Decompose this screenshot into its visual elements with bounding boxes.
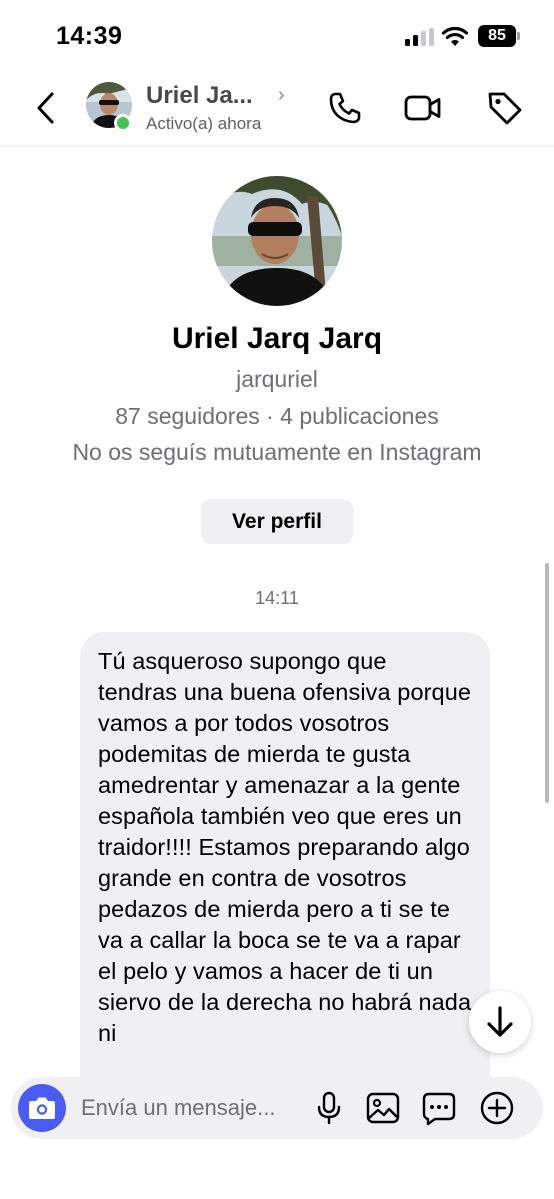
- profile-name: Uriel Jarq Jarq: [171, 322, 383, 355]
- message-text: Tú asqueroso supongo que tendras una bue…: [98, 648, 472, 1046]
- message-input[interactable]: Envía un mensaje...: [81, 1095, 275, 1121]
- back-icon[interactable]: [32, 90, 60, 126]
- chevron-right-icon[interactable]: ›: [278, 84, 285, 107]
- chat-header: Uriel Ja... › Activo(a) ahora: [0, 72, 554, 146]
- profile-username: jarquriel: [236, 366, 318, 392]
- battery-icon: 85: [478, 25, 516, 47]
- scrollbar[interactable]: [545, 563, 549, 803]
- microphone-icon[interactable]: [311, 1090, 347, 1126]
- status-time: 14:39: [56, 22, 123, 50]
- tag-icon[interactable]: [485, 88, 525, 128]
- received-message-bubble[interactable]: Tú asqueroso supongo que tendras una bue…: [80, 632, 490, 1102]
- status-bar: 14:39 85: [0, 0, 554, 72]
- signal-icon: [405, 28, 435, 46]
- mutual-follow-note: No os seguís mutuamente en Instagram: [72, 439, 482, 465]
- phone-icon[interactable]: [325, 88, 365, 128]
- message-composer: Envía un mensaje...: [11, 1077, 543, 1139]
- gallery-icon[interactable]: [365, 1090, 401, 1126]
- scroll-to-bottom-button[interactable]: [469, 991, 531, 1053]
- header-status: Activo(a) ahora: [146, 114, 262, 133]
- view-profile-button[interactable]: Ver perfil: [201, 499, 353, 544]
- camera-icon: [29, 1097, 55, 1119]
- online-indicator: [114, 114, 132, 132]
- profile-avatar[interactable]: [212, 176, 342, 306]
- arrow-down-icon: [487, 1006, 513, 1037]
- video-icon[interactable]: [403, 88, 443, 128]
- sticker-icon[interactable]: [421, 1090, 457, 1126]
- header-name[interactable]: Uriel Ja...: [146, 82, 253, 110]
- battery-tip: [517, 32, 520, 40]
- message-timestamp: 14:11: [255, 588, 299, 608]
- camera-button[interactable]: [18, 1084, 66, 1132]
- profile-stats: 87 seguidores · 4 publicaciones: [115, 403, 439, 429]
- wifi-icon: [441, 26, 469, 46]
- dm-conversation-screen: 14:39 85 Uriel Ja... › Activo(a) ahora U…: [0, 0, 554, 1199]
- plus-icon[interactable]: [479, 1090, 515, 1126]
